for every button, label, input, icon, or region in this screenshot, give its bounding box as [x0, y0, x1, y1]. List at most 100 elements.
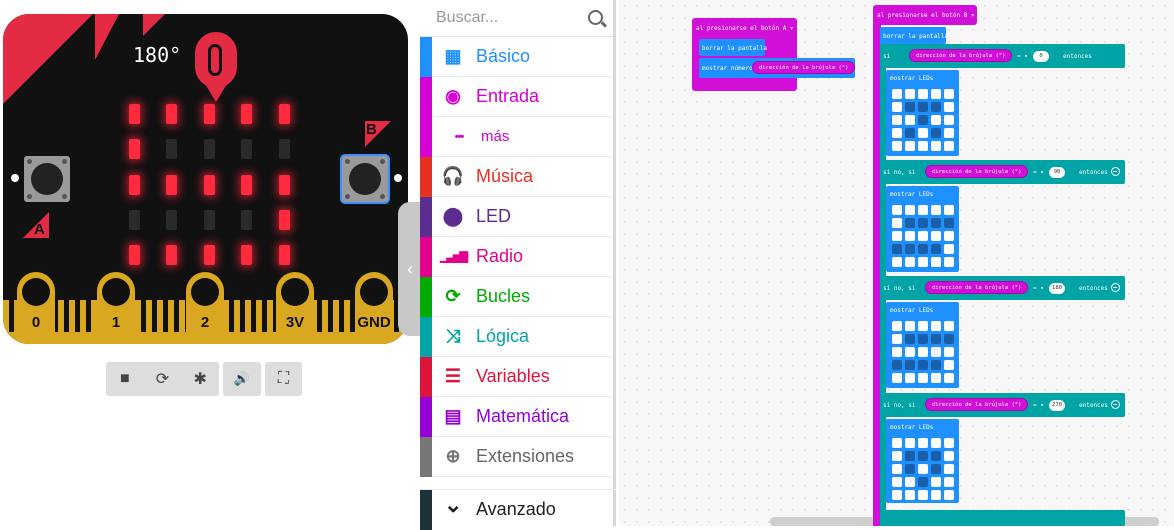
fullscreen-button[interactable]: ⛶ [265, 362, 302, 396]
led-toggle[interactable] [905, 347, 915, 357]
category-entrada[interactable]: ◉ Entrada [420, 77, 613, 117]
led-toggle[interactable] [892, 334, 902, 344]
category-bucles[interactable]: ⟳ Bucles [420, 277, 613, 317]
led-toggle[interactable] [905, 102, 915, 112]
led-toggle[interactable] [892, 231, 902, 241]
led-toggle[interactable] [931, 490, 941, 500]
on-button-b-hat[interactable]: al presionarse el botón B ▾ [873, 5, 977, 25]
led-toggle[interactable] [918, 490, 928, 500]
led-toggle[interactable] [918, 257, 928, 267]
led-toggle[interactable] [905, 205, 915, 215]
led-toggle[interactable] [892, 128, 902, 138]
led-editor-grid[interactable] [892, 321, 954, 383]
led-toggle[interactable] [931, 477, 941, 487]
led-toggle[interactable] [918, 477, 928, 487]
led-toggle[interactable] [892, 373, 902, 383]
led-toggle[interactable] [944, 464, 954, 474]
led-toggle[interactable] [905, 464, 915, 474]
compare-value-field[interactable]: 270 [1049, 400, 1065, 411]
equals-operator[interactable]: = ▾ [1033, 169, 1044, 176]
led-toggle[interactable] [944, 115, 954, 125]
led-toggle[interactable] [918, 464, 928, 474]
led-toggle[interactable] [892, 438, 902, 448]
led-toggle[interactable] [892, 477, 902, 487]
led-toggle[interactable] [931, 141, 941, 151]
led-editor-grid[interactable] [892, 438, 954, 500]
compare-value-field[interactable]: 0 [1033, 51, 1049, 62]
led-toggle[interactable] [918, 360, 928, 370]
pin-gnd[interactable] [355, 272, 393, 344]
led-toggle[interactable] [944, 334, 954, 344]
button-a[interactable] [24, 156, 70, 202]
led-toggle[interactable] [905, 321, 915, 331]
led-toggle[interactable] [944, 231, 954, 241]
category-led[interactable]: ⬤ LED [420, 197, 613, 237]
led-toggle[interactable] [944, 321, 954, 331]
category-música[interactable]: 🎧 Música [420, 157, 613, 197]
led-toggle[interactable] [905, 360, 915, 370]
pin-0[interactable] [17, 272, 55, 344]
category-variables[interactable]: ☰ Variables [420, 357, 613, 397]
led-toggle[interactable] [905, 490, 915, 500]
led-toggle[interactable] [892, 464, 902, 474]
led-toggle[interactable] [918, 334, 928, 344]
led-toggle[interactable] [944, 438, 954, 448]
clear-screen-block[interactable]: borrar la pantalla [699, 39, 767, 56]
category-radio[interactable]: ▁▃▅▇ Radio [420, 237, 613, 277]
led-toggle[interactable] [892, 451, 902, 461]
led-toggle[interactable] [931, 360, 941, 370]
led-toggle[interactable] [944, 89, 954, 99]
led-toggle[interactable] [905, 218, 915, 228]
led-toggle[interactable] [931, 218, 941, 228]
equals-operator[interactable]: = ▾ [1033, 285, 1044, 292]
led-toggle[interactable] [905, 373, 915, 383]
remove-branch-icon[interactable] [1111, 283, 1120, 292]
led-toggle[interactable] [944, 477, 954, 487]
pin-3v[interactable] [276, 272, 314, 344]
led-toggle[interactable] [892, 205, 902, 215]
led-toggle[interactable] [931, 347, 941, 357]
led-toggle[interactable] [931, 464, 941, 474]
led-toggle[interactable] [905, 477, 915, 487]
led-toggle[interactable] [905, 89, 915, 99]
category-extensiones[interactable]: ⊕ Extensiones [420, 437, 613, 477]
led-toggle[interactable] [905, 334, 915, 344]
collapse-simulator-handle[interactable]: ‹ [398, 202, 422, 336]
led-toggle[interactable] [944, 102, 954, 112]
led-toggle[interactable] [892, 102, 902, 112]
led-toggle[interactable] [931, 115, 941, 125]
remove-branch-icon[interactable] [1111, 167, 1120, 176]
led-toggle[interactable] [892, 89, 902, 99]
led-toggle[interactable] [944, 218, 954, 228]
led-toggle[interactable] [944, 205, 954, 215]
led-toggle[interactable] [931, 89, 941, 99]
led-toggle[interactable] [892, 490, 902, 500]
led-toggle[interactable] [892, 360, 902, 370]
stop-button[interactable]: ■ [106, 362, 144, 396]
led-toggle[interactable] [931, 128, 941, 138]
led-toggle[interactable] [931, 321, 941, 331]
compare-value-field[interactable]: 90 [1049, 167, 1065, 178]
led-toggle[interactable] [892, 257, 902, 267]
led-toggle[interactable] [918, 321, 928, 331]
led-toggle[interactable] [931, 451, 941, 461]
restart-button[interactable]: ⟳ [144, 362, 182, 396]
led-toggle[interactable] [905, 244, 915, 254]
led-toggle[interactable] [918, 231, 928, 241]
led-toggle[interactable] [944, 257, 954, 267]
category-advanced[interactable]: ⌄ Avanzado [420, 489, 616, 530]
category-lógica[interactable]: ⤨ Lógica [420, 317, 613, 357]
debug-button[interactable]: ✱ [181, 362, 219, 396]
led-toggle[interactable] [944, 141, 954, 151]
led-toggle[interactable] [918, 373, 928, 383]
led-toggle[interactable] [931, 373, 941, 383]
led-toggle[interactable] [918, 128, 928, 138]
clear-screen-block[interactable]: borrar la pantalla [880, 27, 948, 44]
equals-operator[interactable]: = ▾ [1017, 53, 1028, 60]
led-toggle[interactable] [944, 360, 954, 370]
led-toggle[interactable] [918, 244, 928, 254]
led-toggle[interactable] [918, 141, 928, 151]
compass-heading-reporter[interactable]: dirección de la brújula (°) [925, 281, 1029, 294]
led-toggle[interactable] [918, 89, 928, 99]
led-toggle[interactable] [892, 321, 902, 331]
